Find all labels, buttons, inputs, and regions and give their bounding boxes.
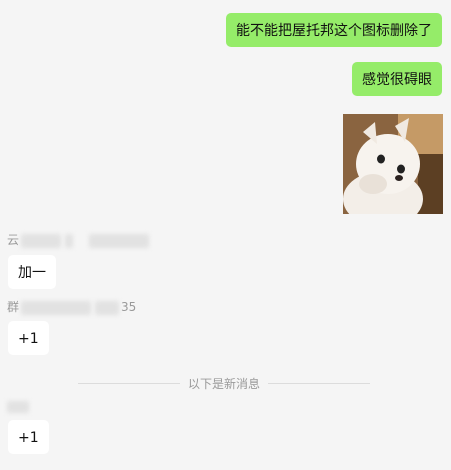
sender-name: 云 bbox=[7, 232, 151, 248]
divider-line bbox=[78, 382, 180, 384]
redacted-text bbox=[21, 300, 92, 315]
redacted-text bbox=[21, 233, 62, 248]
new-messages-divider: 以下是新消息 bbox=[78, 374, 371, 392]
redacted-text bbox=[65, 233, 74, 248]
incoming-message-2[interactable]: +1 bbox=[8, 321, 49, 355]
dog-photo-image bbox=[343, 114, 443, 214]
outgoing-message-1[interactable]: 能不能把屋托邦这个图标删除了 bbox=[226, 13, 442, 47]
outgoing-message-2[interactable]: 感觉很碍眼 bbox=[352, 62, 442, 96]
redacted-text bbox=[89, 233, 150, 248]
incoming-message-3[interactable]: +1 bbox=[8, 420, 49, 454]
divider-line bbox=[268, 382, 371, 384]
divider-label: 以下是新消息 bbox=[188, 376, 261, 391]
redacted-text bbox=[95, 300, 120, 315]
message-text: 能不能把屋托邦这个图标删除了 bbox=[236, 23, 432, 39]
message-text: 加一 bbox=[18, 265, 46, 281]
message-text: +1 bbox=[18, 430, 39, 446]
incoming-message-1[interactable]: 加一 bbox=[8, 255, 56, 289]
redacted-text bbox=[7, 400, 29, 413]
sender-name: 群 35 bbox=[7, 300, 137, 315]
message-text: 感觉很碍眼 bbox=[362, 72, 432, 88]
image-message[interactable] bbox=[343, 114, 443, 214]
sender-name bbox=[5, 398, 31, 414]
message-text: +1 bbox=[18, 331, 39, 347]
